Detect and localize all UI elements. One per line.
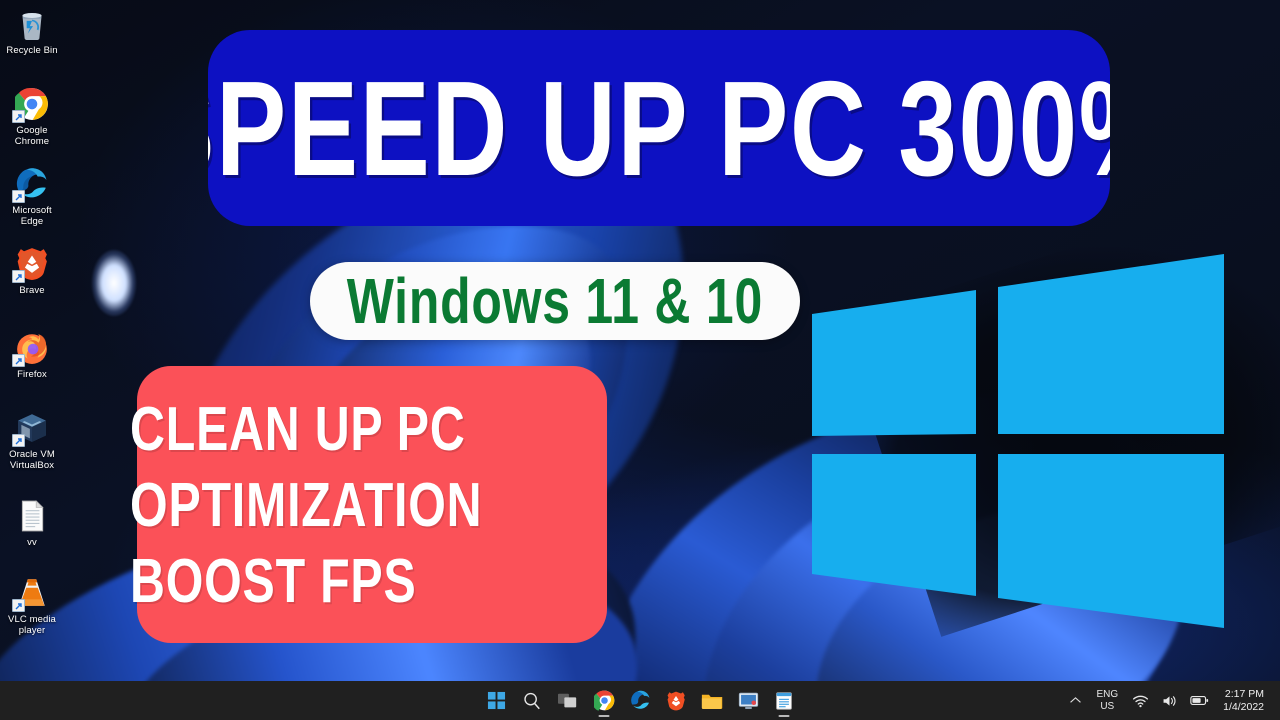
feature-item: CLEAN UP PC bbox=[130, 394, 466, 464]
language-secondary: US bbox=[1100, 700, 1115, 712]
desktop-icon-column: Recycle Bin Google Chrome Microsoft Edge… bbox=[0, 0, 64, 681]
desktop-icon-label: Microsoft Edge bbox=[12, 205, 52, 227]
shortcut-arrow-icon bbox=[12, 354, 25, 367]
wallpaper-glow bbox=[92, 250, 136, 316]
system-tray: ENG US 2:17 PM 1/4/2022 bbox=[1063, 681, 1280, 720]
recycle-bin-icon bbox=[14, 6, 50, 42]
desktop-icon-firefox[interactable]: Firefox bbox=[0, 330, 64, 380]
features-callout-box: CLEAN UP PC OPTIMIZATION BOOST FPS bbox=[130, 366, 607, 643]
desktop-icon-label: Recycle Bin bbox=[6, 45, 58, 56]
page-title: SPEED UP PC 300% bbox=[208, 52, 1110, 204]
google-chrome-icon bbox=[12, 86, 50, 123]
desktop-icon-vv-document[interactable]: vv bbox=[0, 498, 64, 548]
os-version-pill: Windows 11 & 10 bbox=[310, 262, 800, 340]
file-explorer-button[interactable] bbox=[694, 681, 730, 720]
brave-browser-icon bbox=[12, 246, 50, 283]
microsoft-edge-icon bbox=[12, 166, 50, 203]
brave-browser-icon bbox=[667, 691, 685, 710]
shortcut-arrow-icon bbox=[12, 110, 25, 123]
desktop-icon-recycle-bin[interactable]: Recycle Bin bbox=[0, 6, 64, 56]
desktop-icon-brave[interactable]: Brave bbox=[0, 246, 64, 296]
notepad-icon bbox=[776, 691, 792, 710]
notification-center-button[interactable] bbox=[1275, 681, 1280, 720]
shortcut-arrow-icon bbox=[12, 270, 25, 283]
desktop-icon-google-chrome[interactable]: Google Chrome bbox=[0, 86, 64, 147]
language-indicator[interactable]: ENG US bbox=[1088, 681, 1126, 720]
remote-desktop-icon bbox=[738, 692, 758, 709]
shortcut-arrow-icon bbox=[12, 599, 25, 612]
brave-taskbar-button[interactable] bbox=[658, 681, 694, 720]
edge-taskbar-button[interactable] bbox=[622, 681, 658, 720]
speaker-icon bbox=[1163, 695, 1176, 706]
desktop-icon-label: Brave bbox=[19, 285, 45, 296]
volume-button[interactable] bbox=[1155, 681, 1184, 720]
virtualbox-icon bbox=[12, 410, 50, 447]
taskbar: ENG US 2:17 PM 1/4/2022 bbox=[0, 681, 1280, 720]
desktop-icon-vlc[interactable]: VLC media player bbox=[0, 575, 64, 636]
network-button[interactable] bbox=[1126, 681, 1155, 720]
vlc-media-player-icon bbox=[12, 575, 50, 612]
chrome-taskbar-button[interactable] bbox=[586, 681, 622, 720]
feature-item: BOOST FPS bbox=[130, 546, 417, 616]
battery-button[interactable] bbox=[1184, 681, 1215, 720]
desktop-icon-virtualbox[interactable]: Oracle VM VirtualBox bbox=[0, 410, 64, 471]
notepad-taskbar-button[interactable] bbox=[766, 681, 802, 720]
tray-overflow-button[interactable] bbox=[1063, 681, 1088, 720]
task-view-button[interactable] bbox=[550, 681, 586, 720]
clock-time: 2:17 PM bbox=[1224, 687, 1264, 700]
text-document-icon bbox=[14, 498, 50, 534]
battery-icon bbox=[1190, 696, 1209, 705]
wifi-icon bbox=[1133, 695, 1149, 707]
remote-desktop-button[interactable] bbox=[730, 681, 766, 720]
google-chrome-icon bbox=[593, 690, 614, 711]
language-primary: ENG bbox=[1096, 688, 1119, 700]
windows-start-icon bbox=[487, 691, 505, 710]
windows-logo-cyan bbox=[808, 246, 1228, 631]
microsoft-edge-icon bbox=[630, 690, 649, 709]
desktop-icon-label: vv bbox=[27, 537, 37, 548]
os-version-label: Windows 11 & 10 bbox=[346, 265, 764, 337]
file-explorer-icon bbox=[701, 694, 722, 709]
feature-item: OPTIMIZATION bbox=[130, 470, 483, 540]
running-indicator bbox=[778, 714, 790, 717]
clock-date: 1/4/2022 bbox=[1223, 700, 1264, 713]
running-indicator bbox=[598, 714, 610, 717]
desktop-icon-label: VLC media player bbox=[8, 614, 56, 636]
chevron-up-icon bbox=[1070, 697, 1082, 703]
clock[interactable]: 2:17 PM 1/4/2022 bbox=[1215, 681, 1274, 720]
title-banner: SPEED UP PC 300% bbox=[208, 30, 1110, 226]
desktop-icon-label: Oracle VM VirtualBox bbox=[9, 449, 55, 471]
desktop-icon-label: Firefox bbox=[17, 369, 47, 380]
desktop-screen: Recycle Bin Google Chrome Microsoft Edge… bbox=[0, 0, 1280, 720]
firefox-icon bbox=[12, 330, 50, 367]
search-button[interactable] bbox=[514, 681, 550, 720]
shortcut-arrow-icon bbox=[12, 190, 25, 203]
start-button[interactable] bbox=[478, 681, 514, 720]
desktop-icon-microsoft-edge[interactable]: Microsoft Edge bbox=[0, 166, 64, 227]
desktop-icon-label: Google Chrome bbox=[14, 125, 50, 147]
search-icon bbox=[524, 692, 540, 709]
task-view-icon bbox=[558, 693, 577, 707]
shortcut-arrow-icon bbox=[12, 434, 25, 447]
